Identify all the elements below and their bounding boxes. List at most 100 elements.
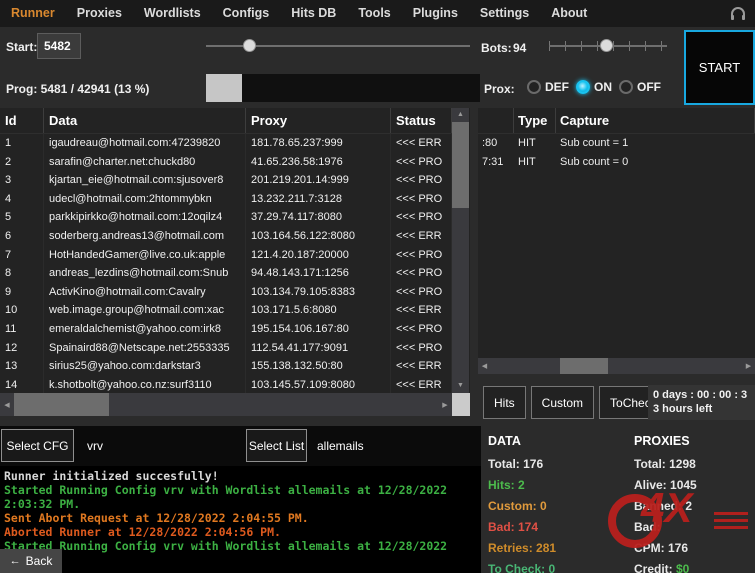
results-row[interactable]: 7HotHandedGamer@live.co.uk:apple121.4.20… [0, 246, 452, 265]
menu-item-wordlists[interactable]: Wordlists [133, 0, 212, 27]
cell-proxy: 201.219.201.14:999 [246, 171, 391, 190]
menu-item-configs[interactable]: Configs [212, 0, 281, 27]
scroll-left-icon[interactable]: ◀ [478, 362, 491, 370]
cell-capture: Sub count = 1 [556, 134, 755, 153]
menu-item-plugins[interactable]: Plugins [402, 0, 469, 27]
cell-data: andreas_lezdins@hotmail.com:Snub [44, 264, 246, 283]
scroll-down-icon[interactable]: ▼ [457, 379, 464, 393]
cell-id: 5 [0, 208, 44, 227]
stat-bad: Bad: 174 [488, 520, 630, 534]
scrollbar-thumb[interactable] [14, 393, 109, 416]
stat-hits: Hits: 2 [488, 478, 630, 492]
select-list-button[interactable]: Select List [246, 429, 307, 462]
menu-item-tools[interactable]: Tools [347, 0, 401, 27]
stat-value: 0 [548, 562, 555, 573]
bots-slider[interactable] [549, 39, 667, 53]
column-header-time[interactable] [478, 108, 514, 133]
stats-data-title: DATA [488, 434, 630, 448]
results-row[interactable]: 8andreas_lezdins@hotmail.com:Snub94.48.1… [0, 264, 452, 283]
stats-data-rows: Total: 176Hits: 2Custom: 0Bad: 174Retrie… [488, 457, 630, 573]
hits-row[interactable]: 7:31HITSub count = 0 [478, 153, 755, 172]
menu-item-settings[interactable]: Settings [469, 0, 540, 27]
stat-value: 0 [540, 499, 547, 513]
start-slider-thumb[interactable] [243, 39, 256, 52]
radio-icon [576, 80, 590, 94]
cell-status: <<< PRO [391, 171, 452, 190]
selected-config-name: vrv [87, 439, 103, 453]
stat-label: Credit: [634, 562, 676, 573]
cell-id: 4 [0, 190, 44, 209]
back-button[interactable]: ← Back [0, 549, 62, 573]
cell-status: <<< PRO [391, 190, 452, 209]
hits-row[interactable]: :80HITSub count = 1 [478, 134, 755, 153]
prox-radio-def[interactable]: DEF [527, 80, 569, 94]
column-header-id[interactable]: Id [0, 108, 44, 133]
bots-label: Bots: [481, 41, 512, 55]
cell-proxy: 103.134.79.105:8383 [246, 283, 391, 302]
scrollbar-thumb[interactable] [560, 358, 608, 374]
cell-proxy: 37.29.74.117:8080 [246, 208, 391, 227]
column-header-type[interactable]: Type [514, 108, 556, 133]
results-row[interactable]: 5parkkipirkko@hotmail.com:12oqilz437.29.… [0, 208, 452, 227]
scroll-left-icon[interactable]: ◀ [0, 401, 14, 409]
cell-status: <<< PRO [391, 153, 452, 172]
tab-custom[interactable]: Custom [531, 386, 594, 419]
results-row[interactable]: 4udecl@hotmail.com:2htommybkn13.232.211.… [0, 190, 452, 209]
tab-hits[interactable]: Hits [483, 386, 526, 419]
log-line: Started Running Config vrv with Wordlist… [4, 483, 477, 511]
cell-proxy: 181.78.65.237:999 [246, 134, 391, 153]
results-row[interactable]: 10web.image.group@hotmail.com:xac103.171… [0, 301, 452, 320]
stat-label: Retries: [488, 541, 536, 555]
results-row[interactable]: 2sarafin@charter.net:chuckd8041.65.236.5… [0, 153, 452, 172]
cell-status: <<< PRO [391, 339, 452, 358]
start-count-input[interactable] [37, 33, 81, 59]
results-row[interactable]: 12Spainaird88@Netscape.net:2553335112.54… [0, 339, 452, 358]
cell-data: Spainaird88@Netscape.net:2553335 [44, 339, 246, 358]
results-row[interactable]: 6soderberg.andreas13@hotmail.com103.164.… [0, 227, 452, 246]
menu-item-hits-db[interactable]: Hits DB [280, 0, 347, 27]
headphones-icon[interactable] [730, 7, 746, 26]
prox-radio-on[interactable]: ON [576, 80, 612, 94]
results-row[interactable]: 1igaudreau@hotmail.com:47239820181.78.65… [0, 134, 452, 153]
menu-item-runner[interactable]: Runner [0, 0, 66, 27]
results-vertical-scrollbar[interactable]: ▲ ▼ [452, 108, 469, 393]
stat-retries: Retries: 281 [488, 541, 630, 555]
prox-radio-off[interactable]: OFF [619, 80, 661, 94]
results-row[interactable]: 3kjartan_eie@hotmail.com:sjusover8201.21… [0, 171, 452, 190]
stat-label: Bad: [488, 520, 518, 534]
cell-data: sarafin@charter.net:chuckd80 [44, 153, 246, 172]
start-slider[interactable] [206, 39, 470, 53]
radio-label: ON [594, 80, 612, 94]
log-line: Started Running Config vrv with Wordlist… [4, 539, 477, 553]
cell-id: 7 [0, 246, 44, 265]
results-row[interactable]: 14k.shotbolt@yahoo.co.nz:surf3110103.145… [0, 376, 452, 393]
column-header-status[interactable]: Status [391, 108, 452, 133]
start-button[interactable]: START [684, 30, 755, 105]
scroll-up-icon[interactable]: ▲ [457, 108, 464, 122]
cell-status: <<< PRO [391, 246, 452, 265]
stat-label: CPM: [634, 541, 668, 555]
radio-label: DEF [545, 80, 569, 94]
stat-value: 174 [518, 520, 538, 534]
menu-item-proxies[interactable]: Proxies [66, 0, 133, 27]
column-header-capture[interactable]: Capture [556, 108, 755, 133]
column-header-data[interactable]: Data [44, 108, 246, 133]
select-cfg-button[interactable]: Select CFG [1, 429, 74, 462]
stat-label: Alive: [634, 478, 670, 492]
results-horizontal-scrollbar[interactable]: ◀ ▶ [0, 393, 452, 416]
results-row[interactable]: 9ActivKino@hotmail.com:Cavalry103.134.79… [0, 283, 452, 302]
cell-status: <<< PRO [391, 208, 452, 227]
column-header-proxy[interactable]: Proxy [246, 108, 391, 133]
menu-item-about[interactable]: About [540, 0, 598, 27]
results-row[interactable]: 13sirius25@yahoo.com:darkstar3155.138.13… [0, 357, 452, 376]
cell-data: emeraldalchemist@yahoo.com:irk8 [44, 320, 246, 339]
stat-value: 1298 [669, 457, 696, 471]
scroll-right-icon[interactable]: ▶ [438, 401, 452, 409]
results-row[interactable]: 11emeraldalchemist@yahoo.com:irk8195.154… [0, 320, 452, 339]
bots-slider-thumb[interactable] [600, 39, 613, 52]
timer-elapsed: 0 days : 00 : 00 : 3 [653, 388, 750, 402]
cell-status: <<< PRO [391, 283, 452, 302]
scroll-right-icon[interactable]: ▶ [742, 362, 755, 370]
hits-horizontal-scrollbar[interactable]: ◀ ▶ [478, 358, 755, 374]
scrollbar-thumb[interactable] [452, 122, 469, 208]
